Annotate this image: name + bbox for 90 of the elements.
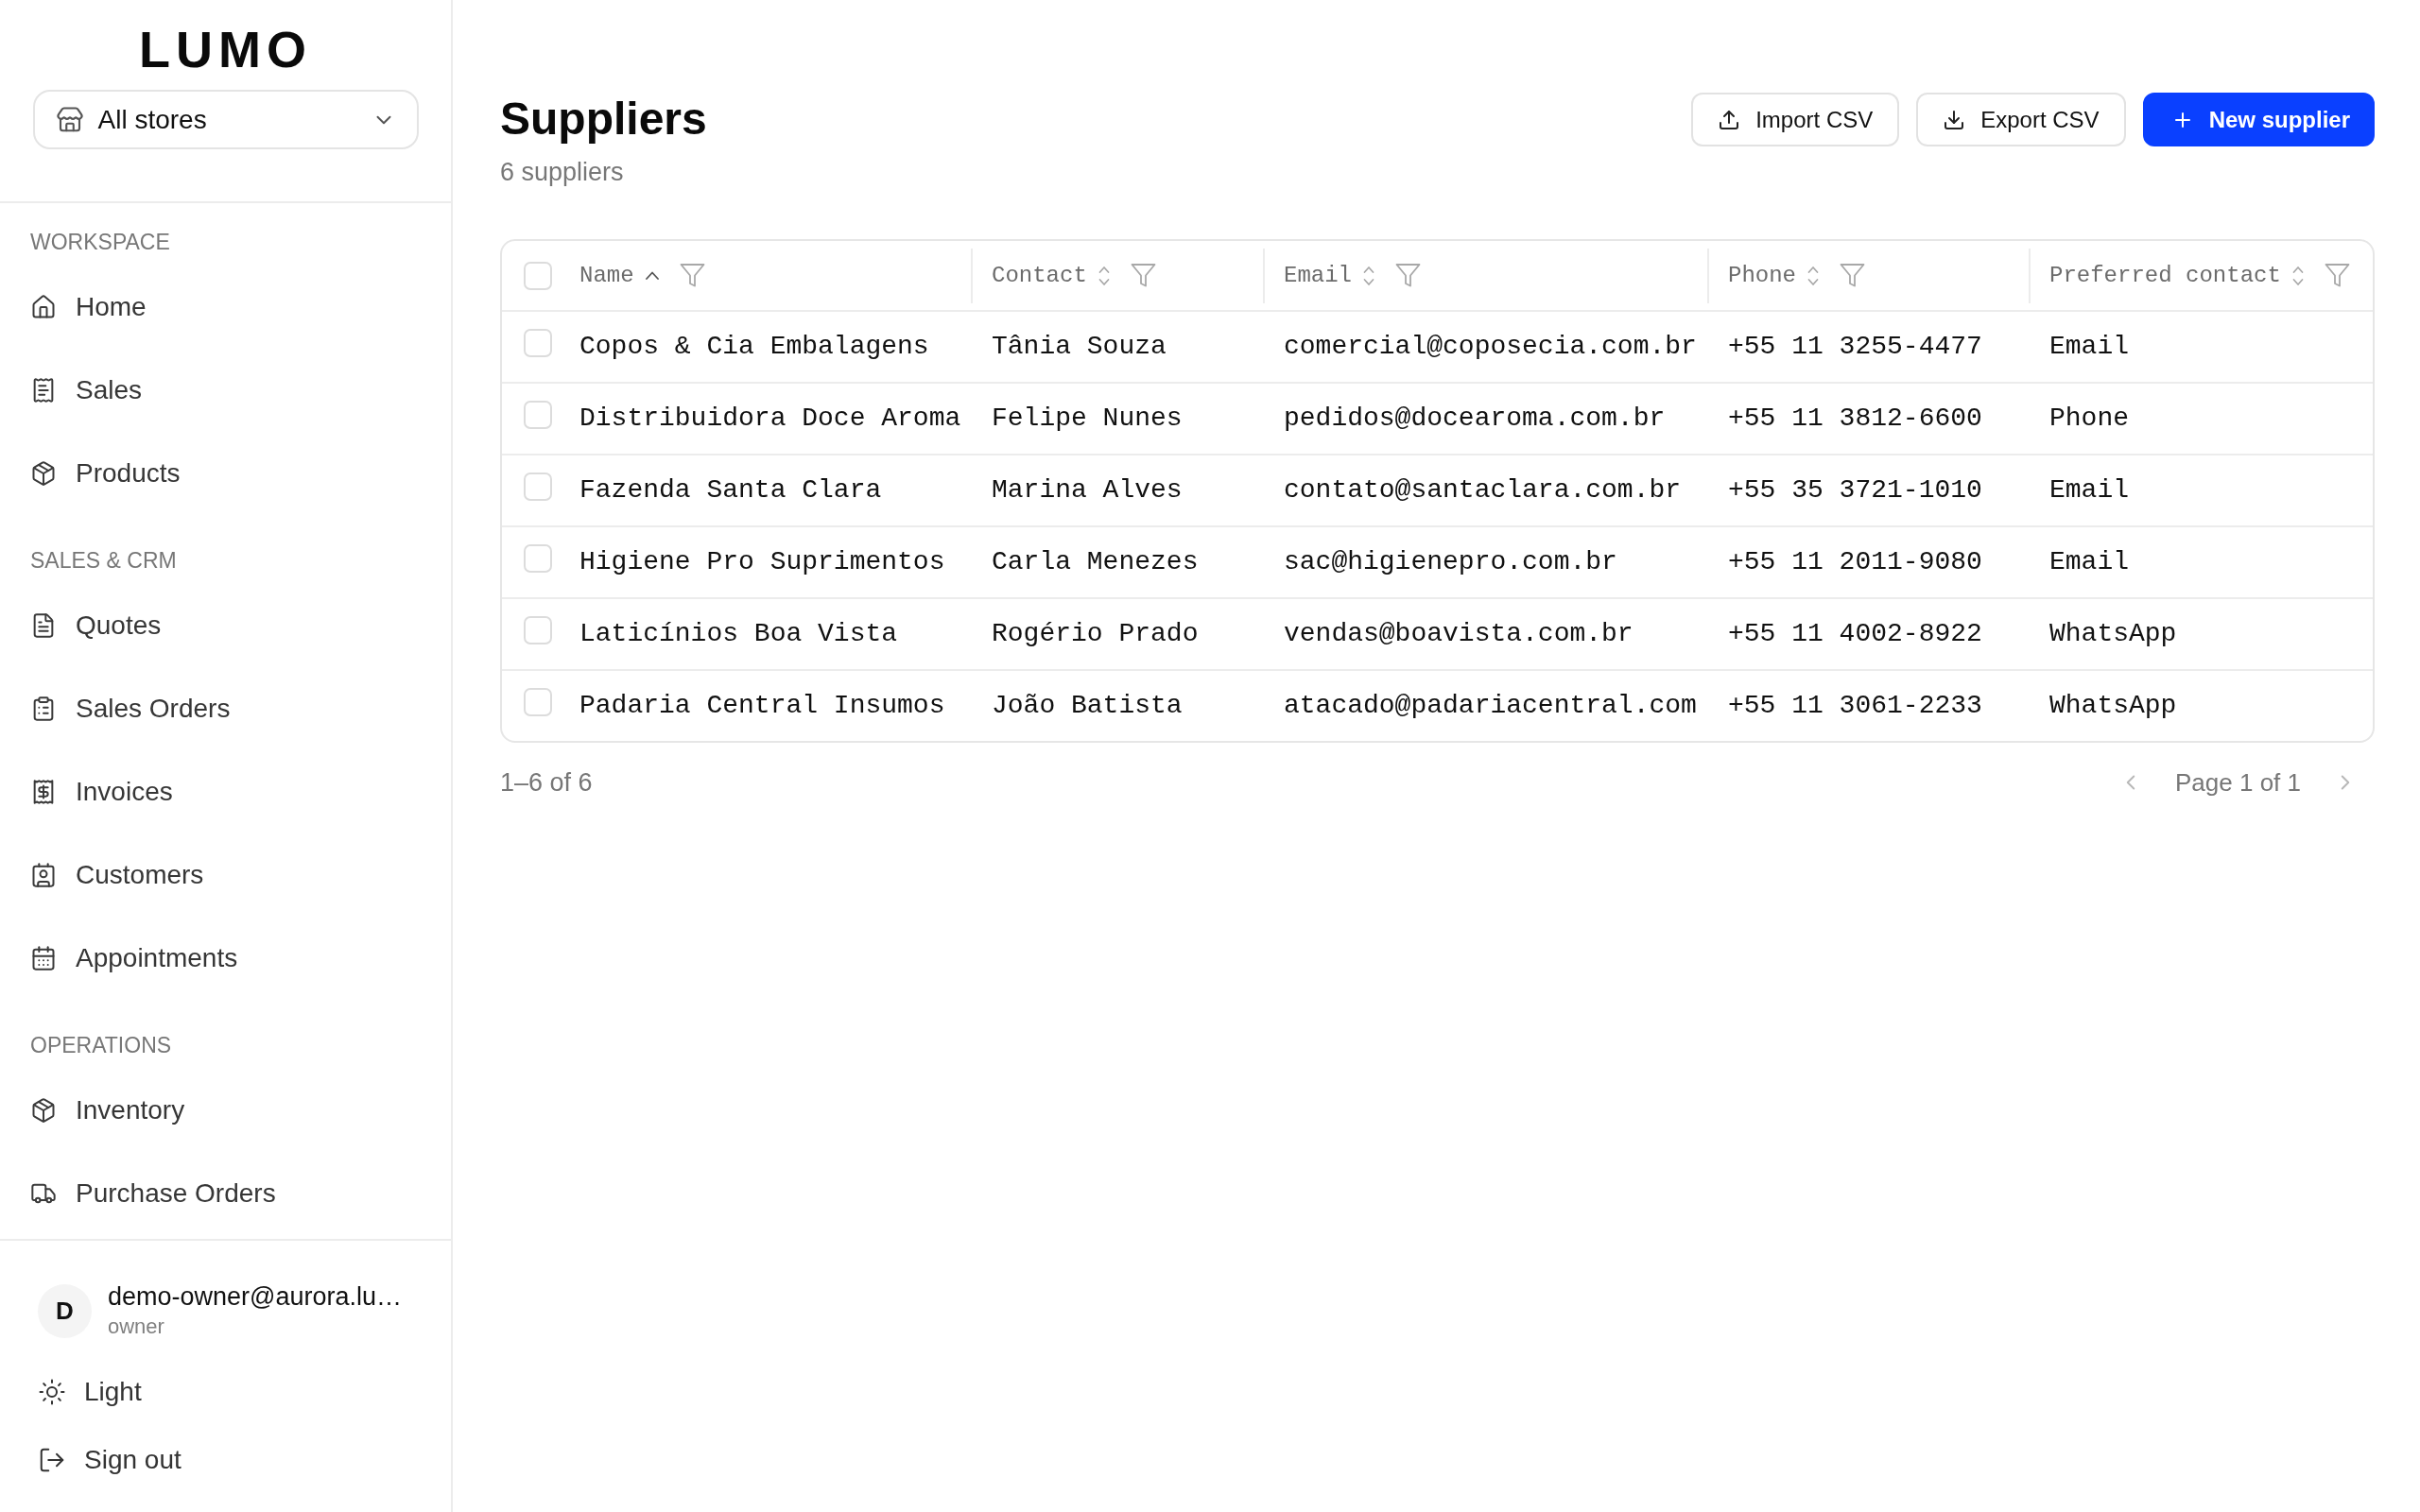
page-indicator: Page 1 of 1 [2175, 767, 2301, 799]
table-cell: +55 11 3255-4477 [1728, 332, 1982, 361]
nav-item[interactable]: Appointments [19, 926, 250, 990]
checkbox[interactable] [524, 401, 552, 429]
table-cell: +55 11 3061-2233 [1728, 691, 1982, 720]
avatar: D [38, 1283, 92, 1338]
filter-icon[interactable] [1395, 263, 1421, 288]
checkbox[interactable] [524, 261, 552, 290]
table-cell: pedidos@docearoma.com.br [1284, 404, 1666, 433]
contact-card-icon [30, 862, 57, 888]
table-cell: Higiene Pro Suprimentos [579, 547, 945, 576]
column-header[interactable]: Phone [1728, 258, 1819, 293]
table-cell: +55 11 4002-8922 [1728, 619, 1982, 648]
table-cell: João Batista [992, 691, 1183, 720]
new-supplier-button[interactable]: New supplier [2142, 93, 2375, 146]
nav-item[interactable]: Sales [19, 358, 154, 422]
table-cell: WhatsApp [2049, 691, 2177, 720]
row-range: 1–6 of 6 [500, 767, 593, 799]
table-row[interactable]: Laticínios Boa Vista Rogério Prado vendas@boavista.com.br +55 11 4002-8922 WhatsApp [502, 599, 2373, 671]
table-cell: Marina Alves [992, 475, 1183, 505]
table-cell: +55 11 2011-9080 [1728, 547, 1982, 576]
section-heading: SALES & CRM [29, 547, 178, 575]
page-title: Suppliers [500, 93, 707, 146]
box-icon [30, 460, 57, 487]
table-row[interactable]: Higiene Pro Suprimentos Carla Menezes sac@higienepro.com.br +55 11 2011-9080 Email [502, 527, 2373, 599]
section-heading: WORKSPACE [29, 229, 171, 256]
checkbox[interactable] [524, 688, 552, 716]
table-cell: Email [2049, 547, 2129, 576]
logo: LUMO [139, 25, 312, 74]
checkbox[interactable] [524, 616, 552, 644]
box-icon [30, 1097, 57, 1124]
nav-item[interactable]: Quotes [19, 593, 173, 658]
table-cell: +55 35 3721-1010 [1728, 475, 1982, 505]
table-cell: Rogério Prado [992, 619, 1199, 648]
column-header[interactable]: Contact [992, 258, 1110, 293]
column-header[interactable]: Name [579, 258, 659, 293]
column-header[interactable]: Preferred contact [2049, 258, 2304, 293]
table-row[interactable]: Fazenda Santa Clara Marina Alves contato@santaclara.com.br +55 35 3721-1010 Email [502, 455, 2373, 527]
sign-out-button[interactable]: Sign out [38, 1434, 182, 1486]
filter-icon[interactable] [1840, 263, 1865, 288]
checkbox[interactable] [524, 544, 552, 573]
nav-item[interactable]: Purchase Orders [19, 1161, 287, 1226]
table-cell: Fazenda Santa Clara [579, 475, 882, 505]
table-cell: Laticínios Boa Vista [579, 619, 898, 648]
logout-icon [38, 1446, 66, 1474]
section-heading: OPERATIONS [29, 1032, 173, 1059]
upload-icon [1718, 108, 1741, 131]
checkbox[interactable] [524, 329, 552, 357]
store-icon [55, 105, 84, 134]
supplier-count: 6 suppliers [500, 157, 625, 188]
theme-toggle[interactable]: Light [38, 1366, 142, 1418]
user-email: demo-owner@aurora.lu… [108, 1281, 403, 1313]
table-cell: Padaria Central Insumos [579, 691, 945, 720]
table-cell: Phone [2049, 404, 2129, 433]
table-cell: Distribuidora Doce Aroma [579, 404, 961, 433]
table-cell: Copos & Cia Embalagens [579, 332, 929, 361]
table-cell: atacado@padariacentral.com [1284, 691, 1697, 720]
filter-icon[interactable] [1130, 263, 1156, 288]
checkbox[interactable] [524, 472, 552, 501]
table-cell: sac@higienepro.com.br [1284, 547, 1617, 576]
table-cell: Tânia Souza [992, 332, 1167, 361]
nav-item[interactable]: Home [19, 275, 158, 339]
user-role: owner [108, 1314, 165, 1340]
table-cell: vendas@boavista.com.br [1284, 619, 1634, 648]
filter-icon[interactable] [2324, 263, 2350, 288]
house-icon [30, 294, 57, 320]
nav-item[interactable]: Customers [19, 843, 216, 907]
store-selector[interactable]: All stores [32, 90, 419, 149]
table-row[interactable]: Distribuidora Doce Aroma Felipe Nunes pedidos@docearoma.com.br +55 11 3812-6600 Phone [502, 384, 2373, 455]
table-cell: Felipe Nunes [992, 404, 1183, 433]
table-row[interactable]: Copos & Cia Embalagens Tânia Souza comercial@coposecia.com.br +55 11 3255-4477 Email [502, 312, 2373, 384]
csv-button[interactable]: Import CSV [1691, 93, 1900, 146]
table-cell: Carla Menezes [992, 547, 1199, 576]
table-cell: +55 11 3812-6600 [1728, 404, 1982, 433]
table-cell: comercial@coposecia.com.br [1284, 332, 1697, 361]
nav-item[interactable]: Sales Orders [19, 677, 242, 741]
nav-item[interactable]: Inventory [19, 1078, 197, 1143]
column-header[interactable]: Email [1284, 258, 1374, 293]
table-cell: Email [2049, 332, 2129, 361]
nav-item[interactable]: Invoices [19, 760, 184, 824]
nav-item[interactable]: Products [19, 441, 192, 506]
sun-icon [38, 1378, 66, 1406]
table-cell: Email [2049, 475, 2129, 505]
table-row[interactable]: Padaria Central Insumos João Batista atacado@padariacentral.com +55 11 3061-2233 WhatsApp [502, 671, 2373, 741]
filter-icon[interactable] [679, 263, 705, 288]
table-cell: contato@santaclara.com.br [1284, 475, 1682, 505]
csv-button[interactable]: Export CSV [1916, 93, 2126, 146]
table-cell: WhatsApp [2049, 619, 2177, 648]
calendar-icon [30, 945, 57, 971]
download-icon [1943, 108, 1966, 131]
